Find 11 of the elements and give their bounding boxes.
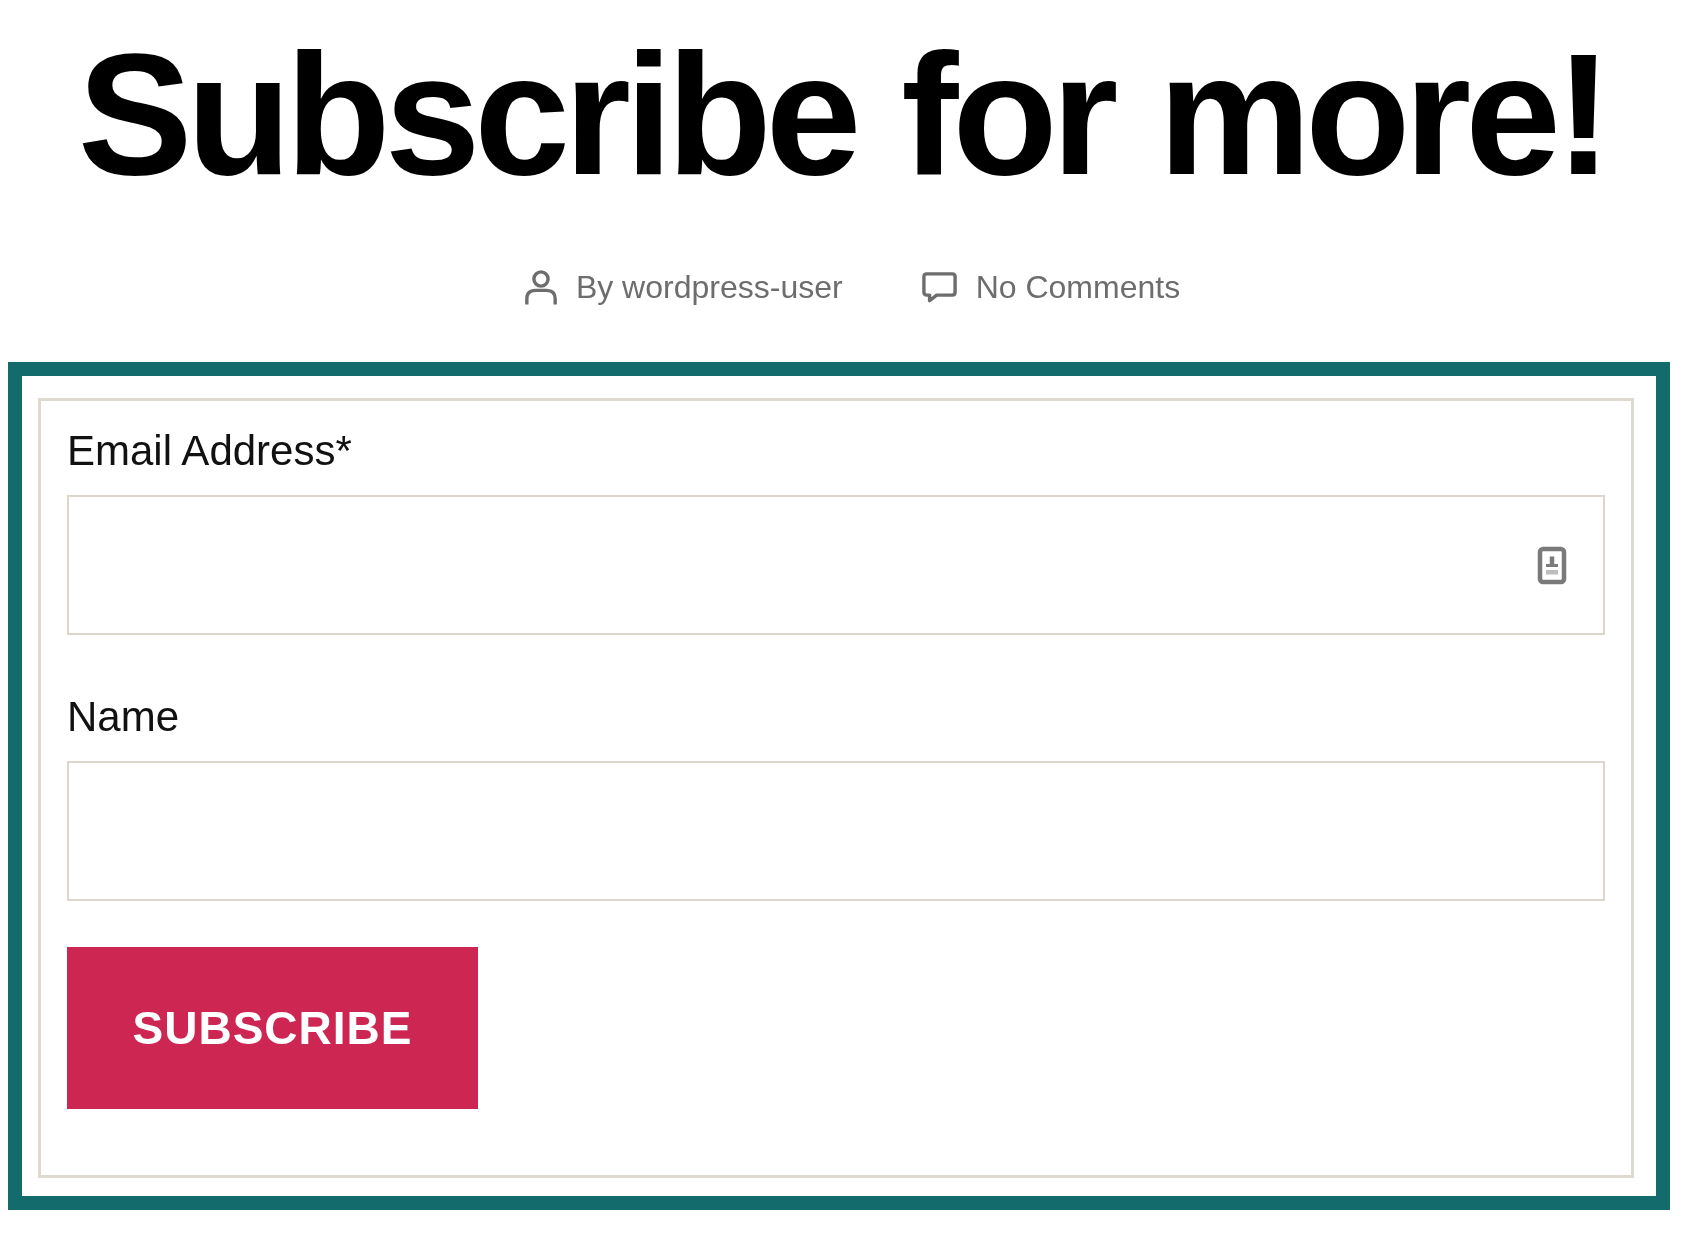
- author-link[interactable]: By wordpress-user: [575, 269, 843, 307]
- page-title: Subscribe for more!: [76, 20, 1608, 210]
- subscribe-button[interactable]: SUBSCRIBE: [67, 947, 478, 1110]
- field-label: Email Address*: [67, 427, 353, 476]
- contact-card-icon[interactable]: [1537, 545, 1567, 585]
- speech-bubble-icon: [920, 270, 958, 305]
- field-label: Name: [67, 693, 181, 742]
- comments-link[interactable]: No Comments: [975, 269, 1181, 307]
- person-icon: [523, 269, 558, 307]
- name-field[interactable]: [67, 761, 1605, 902]
- email-field[interactable]: [67, 495, 1605, 636]
